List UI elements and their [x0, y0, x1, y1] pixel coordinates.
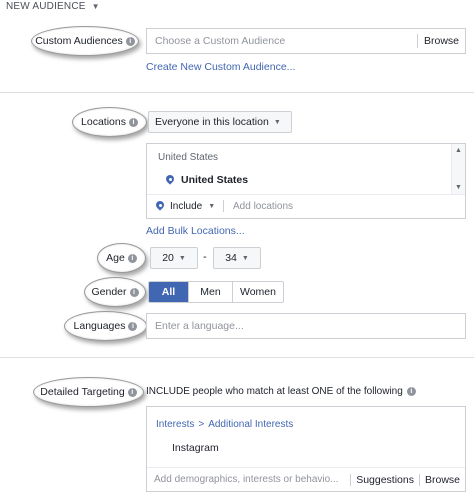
add-bulk-locations-link[interactable]: Add Bulk Locations... — [146, 225, 245, 237]
header-title: NEW AUDIENCE — [6, 1, 86, 12]
age-label: Age i — [97, 243, 146, 273]
chevron-down-icon: ▼ — [178, 254, 186, 262]
info-icon[interactable]: i — [127, 253, 137, 263]
targeting-breadcrumb: Interests > Additional Interests — [156, 419, 293, 430]
targeting-add-row: Add demographics, interests or behavio..… — [147, 468, 465, 491]
chevron-down-icon: ▼ — [91, 2, 100, 11]
location-pin-icon — [156, 201, 164, 211]
chevron-down-icon: ▼ — [241, 254, 249, 262]
detailed-targeting-label: Detailed Targeting i — [33, 377, 144, 407]
include-label: Include — [170, 200, 203, 212]
custom-audience-browse-button[interactable]: Browse — [418, 35, 465, 47]
targeting-item-instagram[interactable]: Instagram — [172, 442, 219, 454]
languages-label: Languages i — [64, 311, 147, 341]
gender-selector: All Men Women — [148, 281, 284, 303]
selected-location-item[interactable]: United States — [166, 174, 248, 186]
gender-option-men[interactable]: Men — [189, 282, 233, 302]
scroll-down-icon[interactable]: ▼ — [455, 184, 462, 191]
suggestions-button[interactable]: Suggestions — [351, 474, 419, 486]
age-max-value: 34 — [225, 252, 237, 264]
custom-audiences-label-text: Custom Audiences — [35, 35, 123, 47]
custom-audience-input[interactable]: Choose a Custom Audience Browse — [146, 28, 466, 54]
gender-label: Gender i — [84, 277, 146, 307]
detailed-targeting-label-text: Detailed Targeting — [40, 386, 125, 398]
breadcrumb-separator: > — [198, 419, 205, 430]
age-min-value: 20 — [162, 252, 174, 264]
targeting-add-input[interactable]: Add demographics, interests or behavio..… — [147, 474, 350, 485]
info-icon[interactable]: i — [406, 387, 416, 396]
detailed-targeting-description: INCLUDE people who match at least ONE of… — [146, 386, 416, 397]
gender-option-women[interactable]: Women — [233, 282, 283, 302]
gender-label-text: Gender — [91, 286, 127, 298]
location-group-heading: United States — [158, 152, 219, 163]
detailed-targeting-box: Interests > Additional Interests Instagr… — [146, 406, 466, 492]
locations-label: Locations i — [72, 107, 147, 137]
age-min-dropdown[interactable]: 20 ▼ — [150, 247, 198, 269]
location-mode-value: Everyone in this location — [155, 116, 269, 128]
info-icon[interactable]: i — [128, 117, 138, 127]
info-icon[interactable]: i — [129, 287, 139, 297]
locations-label-text: Locations — [81, 116, 126, 128]
section-divider — [0, 92, 474, 93]
languages-placeholder: Enter a language... — [155, 320, 244, 332]
gender-option-all[interactable]: All — [149, 282, 189, 302]
location-pin-icon — [166, 175, 174, 185]
chevron-down-icon: ▼ — [208, 202, 216, 210]
create-custom-audience-link[interactable]: Create New Custom Audience... — [146, 61, 295, 73]
scroll-up-icon[interactable]: ▲ — [455, 147, 462, 154]
breadcrumb-additional-interests[interactable]: Additional Interests — [208, 419, 293, 430]
new-audience-header[interactable]: NEW AUDIENCE ▼ — [6, 1, 100, 12]
breadcrumb-interests[interactable]: Interests — [156, 419, 194, 430]
custom-audiences-label: Custom Audiences i — [31, 26, 139, 56]
custom-audience-placeholder: Choose a Custom Audience — [155, 35, 286, 47]
age-separator: - — [203, 251, 207, 263]
age-max-dropdown[interactable]: 34 ▼ — [213, 247, 261, 269]
targeting-browse-button[interactable]: Browse — [420, 474, 465, 486]
info-icon[interactable]: i — [127, 387, 137, 397]
field-divider — [223, 200, 225, 212]
include-dropdown[interactable]: Include ▼ — [156, 200, 225, 212]
chevron-down-icon: ▼ — [273, 118, 281, 126]
languages-label-text: Languages — [73, 320, 126, 332]
location-mode-dropdown[interactable]: Everyone in this location ▼ — [148, 111, 292, 133]
age-label-text: Age — [106, 252, 125, 264]
info-icon[interactable]: i — [125, 36, 135, 46]
section-divider — [0, 357, 474, 358]
locations-box: United States United States ▲ ▼ Include … — [146, 143, 466, 219]
locations-box-divider — [147, 194, 465, 195]
locations-scrollbar[interactable]: ▲ ▼ — [451, 144, 465, 194]
languages-input[interactable]: Enter a language... — [146, 313, 466, 339]
info-icon[interactable]: i — [128, 321, 138, 331]
selected-location-label: United States — [181, 174, 249, 186]
add-locations-input[interactable]: Add locations — [233, 201, 293, 212]
detailed-targeting-description-text: INCLUDE people who match at least ONE of… — [146, 386, 403, 397]
